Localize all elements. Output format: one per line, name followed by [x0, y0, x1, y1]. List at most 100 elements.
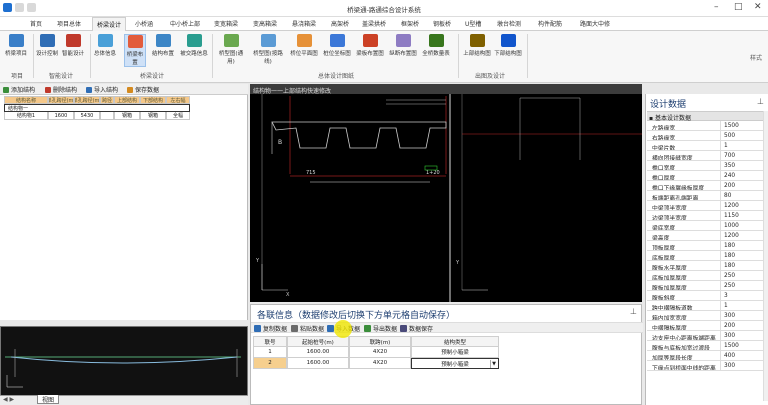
property-row[interactable]: 箱内加宽宽度 300: [647, 311, 765, 321]
pin-icon[interactable]: ⊥: [630, 307, 637, 316]
property-row[interactable]: 左路缘宽 1500: [647, 121, 765, 131]
property-value[interactable]: 1500: [721, 121, 765, 130]
table-row[interactable]: 1 1600.00 4X20 预制小箱梁: [253, 347, 499, 358]
property-value[interactable]: 80: [721, 191, 765, 200]
property-row[interactable]: 腹板与底板加宽过渡段 1500: [647, 341, 765, 351]
pile-coord-button[interactable]: 桩位坐标图: [323, 34, 351, 57]
property-value[interactable]: 200: [721, 321, 765, 330]
property-value[interactable]: 700: [721, 151, 765, 160]
tab-steel[interactable]: 钢板桥: [433, 19, 451, 28]
cell[interactable]: 1600.00: [287, 347, 349, 358]
add-structure-button[interactable]: 添加结构: [3, 85, 35, 94]
smart-design-button[interactable]: 智能设计: [62, 34, 84, 57]
property-row[interactable]: 檐口宽度 350: [647, 161, 765, 171]
tab-home[interactable]: 首页: [30, 19, 42, 28]
tab-upper[interactable]: 中小桥上部: [170, 19, 200, 28]
property-row[interactable]: 中横隔板厚度 200: [647, 321, 765, 331]
tab-arch[interactable]: 盖梁拱桥: [362, 19, 386, 28]
girder-layout-button[interactable]: 梁板布置图: [356, 34, 384, 57]
property-row[interactable]: 下缘点到桥面中线的距离 300: [647, 361, 765, 371]
property-value[interactable]: 200: [721, 181, 765, 190]
minimize-button[interactable]: –: [714, 2, 719, 13]
tab-var-height[interactable]: 变高箱梁: [253, 19, 277, 28]
property-value[interactable]: 180: [721, 251, 765, 260]
tab-project[interactable]: 项目总体: [57, 19, 81, 28]
structure-layout-button[interactable]: 结构布置: [152, 34, 174, 57]
property-value[interactable]: 1500: [721, 341, 765, 350]
property-value[interactable]: 300: [721, 331, 765, 340]
property-value[interactable]: 3: [721, 291, 765, 300]
property-row[interactable]: 板端距离孔端距离 80: [647, 191, 765, 201]
design-control-button[interactable]: 设计控制: [36, 34, 58, 57]
tab-cantilever[interactable]: 悬浇箱梁: [292, 19, 316, 28]
export-data-button[interactable]: 导出数据: [364, 324, 397, 333]
save-data-button[interactable]: 数据保存: [400, 324, 433, 333]
bridge-type-general-button[interactable]: 桥型图(通用): [216, 34, 246, 65]
tab-u-trough[interactable]: U型槽: [465, 19, 481, 28]
property-row[interactable]: 边支座中心距离板端距离 300: [647, 331, 765, 341]
copy-data-button[interactable]: 复制数据: [254, 324, 287, 333]
quantity-table-button[interactable]: 全桥数量表: [422, 34, 450, 57]
delete-structure-button[interactable]: 删除结构: [45, 85, 77, 94]
property-value[interactable]: 400: [721, 351, 765, 360]
property-value[interactable]: 500: [721, 131, 765, 140]
table-row[interactable]: 结构物1 1600 5430 钢箱 钢箱 全幅: [4, 112, 190, 120]
property-row[interactable]: 腹板加厚厚度 250: [647, 281, 765, 291]
general-info-button[interactable]: 总体信息: [94, 34, 116, 57]
scrollbar[interactable]: [763, 111, 768, 401]
property-row[interactable]: 腹板斜度 3: [647, 291, 765, 301]
property-row[interactable]: 底板厚度 180: [647, 251, 765, 261]
property-value[interactable]: 240: [721, 171, 765, 180]
cell[interactable]: 4X20: [349, 358, 411, 369]
property-row[interactable]: 中梁片数 1: [647, 141, 765, 151]
profile-layout-button[interactable]: 纵断布置图: [389, 34, 417, 57]
property-row[interactable]: 加厚等厚段长度 400: [647, 351, 765, 361]
property-value[interactable]: 1150: [721, 211, 765, 220]
style-options[interactable]: 样式: [750, 53, 762, 62]
bridge-type-route-button[interactable]: 桥型图(按路线): [252, 34, 284, 65]
sheet-tab-view[interactable]: 视图: [37, 395, 60, 404]
crossing-road-button[interactable]: 被交路信息: [180, 34, 208, 57]
chevron-down-icon[interactable]: ▼: [490, 360, 497, 368]
structure-type-select[interactable]: 预制小箱梁 ▼: [411, 358, 499, 369]
property-row[interactable]: 顶板厚度 180: [647, 241, 765, 251]
property-value[interactable]: 1200: [721, 231, 765, 240]
property-row[interactable]: 腹板水平厚度 180: [647, 261, 765, 271]
property-value[interactable]: 250: [721, 271, 765, 280]
bridge-layout-button[interactable]: 桥梁布置: [124, 34, 146, 67]
cell[interactable]: 1600.00: [287, 358, 349, 369]
tab-culvert[interactable]: 小桥涵: [135, 19, 153, 28]
paste-data-button[interactable]: 粘贴数据: [291, 324, 324, 333]
property-row[interactable]: 中梁顶半宽度 1200: [647, 201, 765, 211]
tab-viaduct[interactable]: 高架桥: [331, 19, 349, 28]
tab-bridge-design[interactable]: 桥梁设计: [92, 17, 127, 32]
property-row[interactable]: 跨中横隔板道数 1: [647, 301, 765, 311]
table-row[interactable]: 2 1600.00 4X20 预制小箱梁 ▼: [253, 358, 499, 369]
property-value[interactable]: 300: [721, 311, 765, 320]
profile-viewport[interactable]: [0, 326, 248, 402]
cell[interactable]: 预制小箱梁: [411, 347, 499, 358]
property-row[interactable]: 底板加厚厚度 250: [647, 271, 765, 281]
bridge-plan-button[interactable]: 桥位平面图: [290, 34, 318, 57]
property-value[interactable]: 1200: [721, 201, 765, 210]
property-row[interactable]: 横向团接缝宽度 700: [647, 151, 765, 161]
cell[interactable]: 4X20: [349, 347, 411, 358]
close-button[interactable]: ✕: [754, 2, 762, 13]
property-value[interactable]: 180: [721, 261, 765, 270]
property-row[interactable]: 檐口厚度 240: [647, 171, 765, 181]
lower-structure-drawing-button[interactable]: 下部结构图: [494, 34, 522, 57]
property-value[interactable]: 250: [721, 281, 765, 290]
section-header[interactable]: ▪ 基本设计数据: [647, 112, 765, 122]
maximize-button[interactable]: □: [734, 2, 743, 13]
import-structure-button[interactable]: 导入结构: [86, 85, 118, 94]
property-row[interactable]: 边梁顶半宽度 1150: [647, 211, 765, 221]
property-row[interactable]: 檐口下缘翼缘板厚度 200: [647, 181, 765, 191]
tab-var-width[interactable]: 变宽箱梁: [214, 19, 238, 28]
property-value[interactable]: 1: [721, 301, 765, 310]
pin-icon[interactable]: ⊥: [757, 97, 764, 106]
property-value[interactable]: 180: [721, 241, 765, 250]
property-row[interactable]: 右路缘宽 500: [647, 131, 765, 141]
tab-pier-check[interactable]: 墩台检测: [497, 19, 521, 28]
bridge-project-button[interactable]: 桥梁项目: [5, 34, 27, 57]
tab-pavement[interactable]: 路面大中修: [580, 19, 610, 28]
